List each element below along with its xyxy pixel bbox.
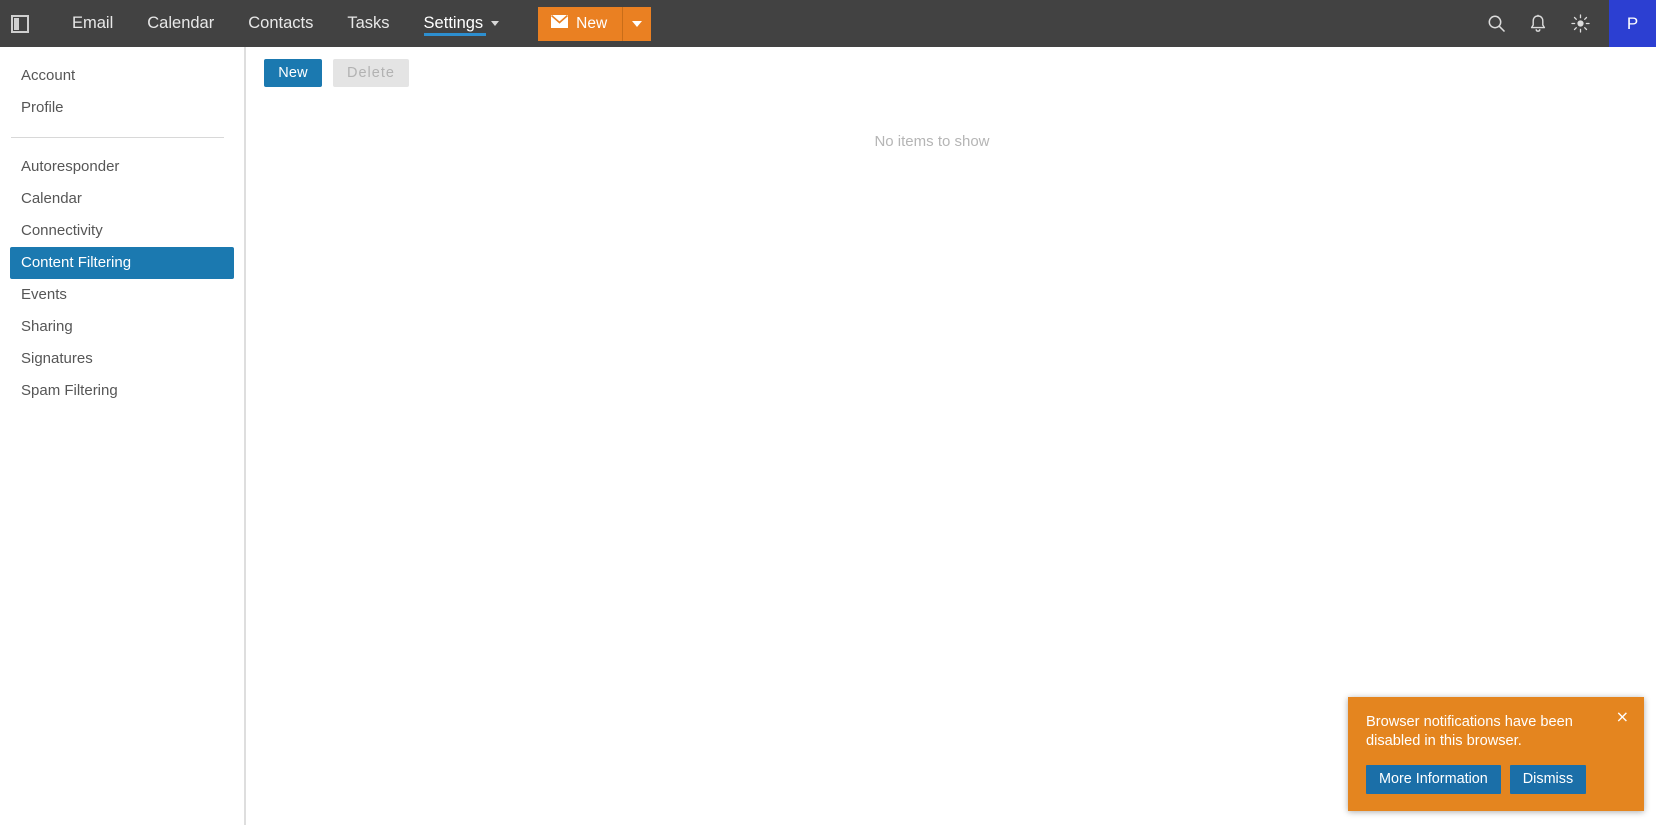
- nav-item-contacts[interactable]: Contacts: [231, 0, 330, 47]
- sidebar-group-primary: Account Profile: [0, 60, 244, 124]
- new-message-label: New: [576, 14, 608, 32]
- sidebar-item-label: Sharing: [21, 318, 73, 335]
- chevron-down-icon: [491, 21, 500, 26]
- sidebar-item-autoresponder[interactable]: Autoresponder: [10, 151, 234, 183]
- avatar[interactable]: P: [1609, 0, 1656, 47]
- empty-state-message: No items to show: [874, 133, 990, 150]
- top-navigation-bar: Email Calendar Contacts Tasks Settings N…: [0, 0, 1656, 47]
- sidebar-item-label: Profile: [21, 99, 64, 116]
- nav-item-email[interactable]: Email: [55, 0, 130, 47]
- nav-item-label: Settings: [423, 14, 484, 33]
- sidebar-item-events[interactable]: Events: [10, 279, 234, 311]
- sidebar-item-connectivity[interactable]: Connectivity: [10, 215, 234, 247]
- sidebar-item-calendar[interactable]: Calendar: [10, 183, 234, 215]
- sidebar-item-label: Content Filtering: [21, 254, 132, 271]
- empty-state: No items to show: [248, 133, 1656, 150]
- notification-toast: × Browser notifications have been disabl…: [1348, 697, 1644, 811]
- close-icon[interactable]: ×: [1616, 709, 1629, 725]
- settings-sidebar: Account Profile Autoresponder Calendar C…: [0, 47, 246, 825]
- sidebar-item-label: Signatures: [21, 350, 93, 367]
- envelope-icon: [551, 14, 569, 33]
- nav-item-label: Email: [72, 14, 114, 33]
- dismiss-button[interactable]: Dismiss: [1509, 764, 1587, 794]
- compose-split-button: New: [538, 6, 652, 41]
- new-message-button[interactable]: New: [538, 6, 623, 41]
- nav-item-settings[interactable]: Settings: [407, 0, 517, 47]
- delete-button: Delete: [333, 59, 409, 87]
- sidebar-group-secondary: Autoresponder Calendar Connectivity Cont…: [0, 151, 244, 407]
- brightness-sun-icon[interactable]: [1559, 0, 1601, 47]
- sidebar-panel-icon[interactable]: [0, 0, 40, 47]
- sidebar-item-profile[interactable]: Profile: [10, 92, 234, 124]
- sidebar-item-label: Connectivity: [21, 222, 103, 239]
- caret-down-icon: [632, 20, 643, 27]
- sidebar-item-label: Autoresponder: [21, 158, 120, 175]
- content-toolbar: New Delete: [248, 47, 1656, 87]
- sidebar-item-label: Account: [21, 67, 76, 84]
- sidebar-item-account[interactable]: Account: [10, 60, 234, 92]
- compose-dropdown-button[interactable]: [623, 6, 652, 41]
- nav-item-label: Tasks: [347, 14, 390, 33]
- nav-item-tasks[interactable]: Tasks: [330, 0, 406, 47]
- sidebar-divider: [11, 137, 224, 138]
- toast-actions: More Information Dismiss: [1366, 764, 1626, 794]
- avatar-initial: P: [1626, 13, 1639, 33]
- nav-item-calendar[interactable]: Calendar: [130, 0, 231, 47]
- new-button[interactable]: New: [264, 59, 322, 87]
- primary-nav: Email Calendar Contacts Tasks Settings: [55, 0, 516, 47]
- sidebar-item-label: Calendar: [21, 190, 82, 207]
- sidebar-item-label: Events: [21, 286, 67, 303]
- nav-item-label: Contacts: [248, 14, 314, 33]
- sidebar-item-label: Spam Filtering: [21, 382, 118, 399]
- more-information-button[interactable]: More Information: [1366, 764, 1501, 794]
- nav-item-label: Calendar: [147, 14, 215, 33]
- sidebar-item-content-filtering[interactable]: Content Filtering: [10, 247, 234, 279]
- sidebar-item-signatures[interactable]: Signatures: [10, 343, 234, 375]
- sidebar-item-sharing[interactable]: Sharing: [10, 311, 234, 343]
- toast-message: Browser notifications have been disabled…: [1366, 714, 1573, 750]
- application-window: Email Calendar Contacts Tasks Settings N…: [0, 0, 1656, 825]
- topbar-actions: P: [1475, 0, 1656, 47]
- active-tab-underline: [423, 33, 487, 36]
- sidebar-item-spam-filtering[interactable]: Spam Filtering: [10, 375, 234, 407]
- search-icon[interactable]: [1475, 0, 1517, 47]
- notifications-bell-icon[interactable]: [1517, 0, 1559, 47]
